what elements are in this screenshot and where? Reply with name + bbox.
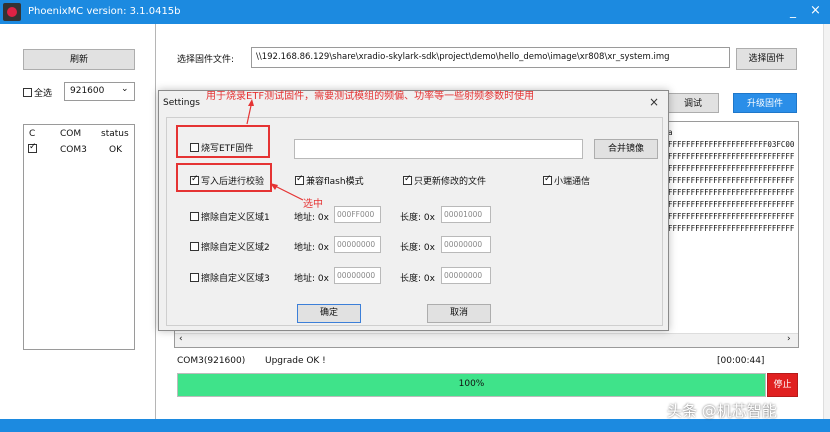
hex-dump: a FFFFFFFFFFFFFFFFFFFFFF03FC00 FFFFFFFFF… — [668, 127, 798, 235]
erase-area-3-len-label: 长度: 0x — [400, 274, 435, 284]
panel-divider — [155, 24, 156, 419]
annotation-selected-note: 选中 — [303, 199, 323, 210]
only-modified-checkbox[interactable]: 只更新修改的文件 — [403, 174, 486, 187]
cancel-button[interactable]: 取消 — [427, 304, 491, 323]
erase-area-2-label: 擦除自定义区域2 — [201, 243, 270, 253]
erase-area-3-label: 擦除自定义区域3 — [201, 274, 270, 284]
horizontal-scrollbar[interactable]: ‹ › — [175, 333, 798, 347]
erase-area-1-len-input[interactable]: 00001000 — [441, 206, 491, 223]
hex-line: FFFFFFFFFFFFFFFFFFFFFFFFFFFF — [668, 224, 795, 233]
status-time: [00:00:44] — [717, 356, 765, 366]
port-row-status: OK — [109, 145, 122, 155]
title-bar: PhoenixMC version: 3.1.0415b _ × — [0, 0, 830, 24]
firmware-path-field[interactable]: \\192.168.86.129\share\xradio-skylark-sd… — [251, 47, 730, 68]
erase-area-1-addr-input[interactable]: 000FF000 — [334, 206, 381, 223]
select-firmware-button[interactable]: 选择固件 — [736, 48, 797, 70]
watermark-text: 头条 @机芯智能 — [667, 402, 777, 420]
erase-area-3-addr-label: 地址: 0x — [294, 274, 329, 284]
check-icon — [403, 174, 412, 185]
column-header-com: COM — [60, 129, 82, 139]
checkbox-icon — [23, 88, 32, 97]
scroll-left-icon[interactable]: ‹ — [179, 334, 183, 344]
erase-area-3-addr-input[interactable]: 00000000 — [334, 267, 381, 284]
annotation-arrow-selected-icon — [270, 183, 304, 201]
stop-button[interactable]: 停止 — [767, 373, 798, 397]
ok-button[interactable]: 确定 — [297, 304, 361, 323]
checkbox-icon — [190, 273, 199, 282]
erase-area-3-checkbox[interactable]: 擦除自定义区域3 — [190, 271, 270, 284]
annotation-box-etf — [176, 125, 270, 158]
port-row-checkbox[interactable] — [28, 142, 39, 155]
erase-area-2-len-input[interactable]: 00000000 — [441, 236, 491, 253]
port-row-com: COM3 — [60, 145, 87, 155]
close-button[interactable]: × — [810, 3, 821, 18]
minimize-button[interactable]: _ — [790, 4, 796, 18]
check-icon — [543, 174, 552, 185]
flash-compat-label: 兼容flash模式 — [306, 177, 364, 187]
annotation-box-verify — [176, 163, 272, 192]
tab-debug[interactable]: 调试 — [667, 93, 719, 113]
hex-line: FFFFFFFFFFFFFFFFFFFFFF03FC00 — [668, 140, 795, 149]
hex-line: FFFFFFFFFFFFFFFFFFFFFFFFFFFF — [668, 188, 795, 197]
etf-path-field[interactable] — [294, 139, 583, 159]
erase-area-2-addr-input[interactable]: 00000000 — [334, 236, 381, 253]
status-port: COM3(921600) — [177, 356, 246, 366]
only-modified-label: 只更新修改的文件 — [414, 177, 487, 187]
settings-title: Settings — [163, 98, 200, 108]
port-list[interactable]: C COM status COM3 OK — [23, 124, 135, 350]
erase-area-2-addr-label: 地址: 0x — [294, 243, 329, 253]
refresh-button[interactable]: 刷新 — [23, 49, 135, 70]
status-message: Upgrade OK ! — [265, 356, 326, 366]
checkbox-icon — [190, 212, 199, 221]
window-title: PhoenixMC version: 3.1.0415b — [28, 6, 181, 17]
column-header-status: status — [101, 129, 129, 139]
baud-select[interactable]: 921600 ⌄ — [64, 82, 135, 101]
hex-line: FFFFFFFFFFFFFFFFFFFFFFFFFFFF — [668, 212, 795, 221]
erase-area-2-len-label: 长度: 0x — [400, 243, 435, 253]
hex-line: FFFFFFFFFFFFFFFFFFFFFFFFFFFF — [668, 164, 795, 173]
hex-header: a — [668, 128, 673, 137]
hex-line: FFFFFFFFFFFFFFFFFFFFFFFFFFFF — [668, 152, 795, 161]
little-endian-label: 小端通信 — [554, 177, 591, 187]
little-endian-checkbox[interactable]: 小端通信 — [543, 174, 590, 187]
select-all-checkbox[interactable]: 全选 — [23, 86, 52, 99]
erase-area-1-checkbox[interactable]: 擦除自定义区域1 — [190, 210, 270, 223]
merge-image-button[interactable]: 合并镜像 — [594, 139, 658, 159]
upgrade-progress-bar: 100% — [177, 373, 766, 397]
chevron-down-icon: ⌄ — [121, 84, 129, 94]
check-icon — [28, 142, 37, 153]
firmware-path-value: \\192.168.86.129\share\xradio-skylark-sd… — [256, 52, 670, 62]
column-header-c: C — [29, 129, 36, 139]
annotation-arrow-up-icon — [246, 99, 254, 125]
erase-area-2-checkbox[interactable]: 擦除自定义区域2 — [190, 240, 270, 253]
erase-area-1-label: 擦除自定义区域1 — [201, 213, 270, 223]
erase-area-1-len-label: 长度: 0x — [400, 213, 435, 223]
hex-line: FFFFFFFFFFFFFFFFFFFFFFFFFFFF — [668, 200, 795, 209]
progress-text: 100% — [458, 379, 485, 389]
settings-close-button[interactable]: × — [649, 95, 659, 109]
checkbox-icon — [190, 242, 199, 251]
erase-area-1-addr-label: 地址: 0x — [294, 213, 329, 223]
app-logo-icon — [3, 3, 21, 21]
firmware-file-label: 选择固件文件: — [177, 55, 235, 65]
baud-value: 921600 — [70, 86, 105, 96]
select-all-label: 全选 — [34, 89, 53, 99]
scroll-right-icon[interactable]: › — [787, 334, 791, 344]
tab-upgrade[interactable]: 升级固件 — [733, 93, 797, 113]
hex-line: FFFFFFFFFFFFFFFFFFFFFFFFFFFF — [668, 176, 795, 185]
window-scrollbar[interactable] — [823, 24, 830, 419]
erase-area-3-len-input[interactable]: 00000000 — [441, 267, 491, 284]
